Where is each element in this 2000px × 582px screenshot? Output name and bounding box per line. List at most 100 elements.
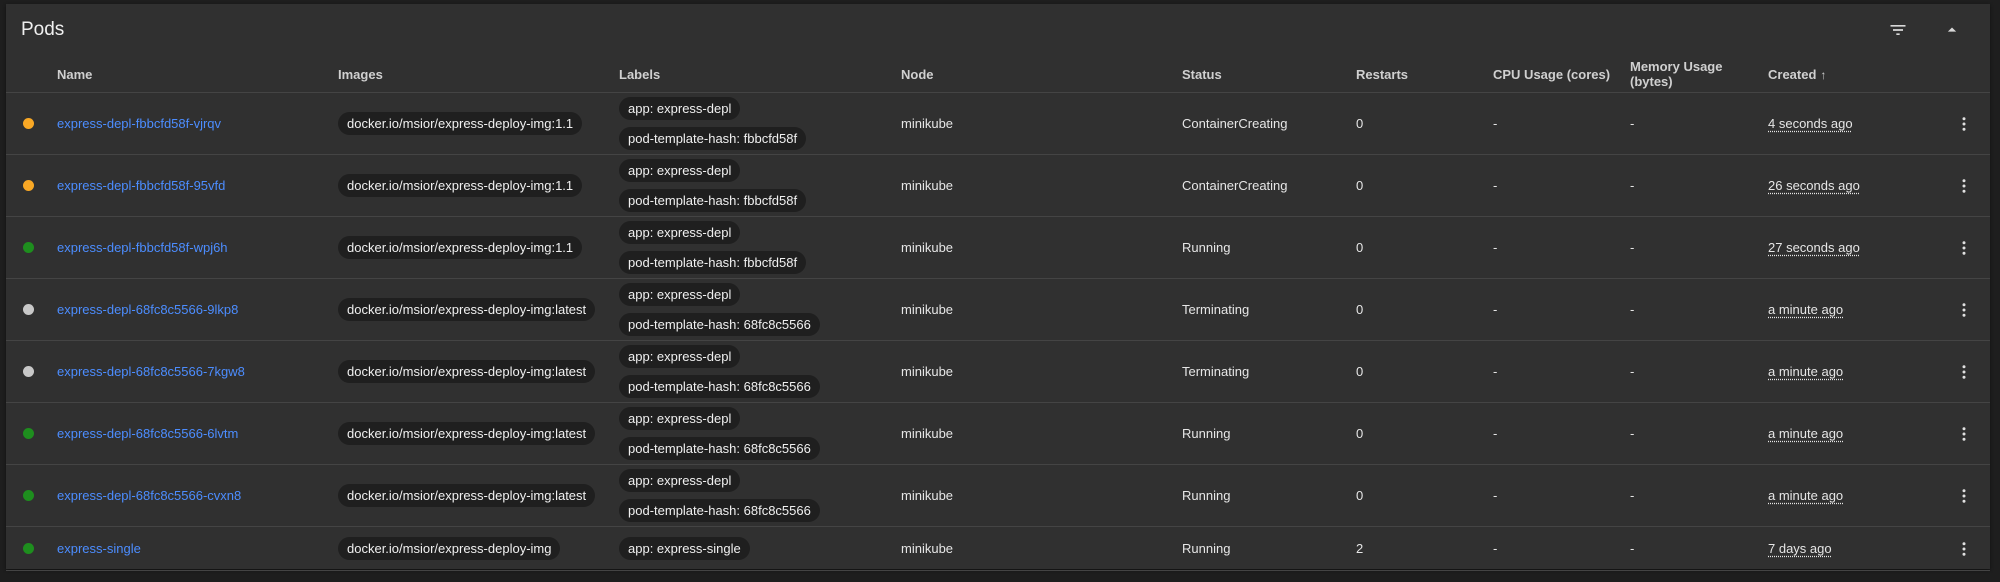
label-chip: app: express-single: [619, 537, 750, 560]
pod-name-link[interactable]: express-depl-fbbcfd58f-95vfd: [57, 178, 225, 193]
col-header-labels: Labels: [619, 56, 901, 93]
pod-row[interactable]: express-depl-fbbcfd58f-95vfd docker.io/m…: [6, 154, 1990, 217]
memory-cell: -: [1630, 154, 1768, 217]
pod-row[interactable]: express-depl-68fc8c5566-cvxn8 docker.io/…: [6, 464, 1990, 527]
pod-name-link[interactable]: express-depl-68fc8c5566-9lkp8: [57, 302, 238, 317]
image-chip: docker.io/msior/express-deploy-img:lates…: [338, 484, 596, 507]
images-cell: docker.io/msior/express-deploy-img:1.1: [338, 92, 619, 155]
pod-status-indicator: [23, 543, 34, 554]
memory-cell: -: [1630, 92, 1768, 155]
status-cell: Running: [1182, 464, 1356, 527]
pod-name-link[interactable]: express-depl-fbbcfd58f-wpj6h: [57, 240, 228, 255]
restarts-cell: 0: [1356, 216, 1493, 279]
created-time[interactable]: a minute ago: [1768, 488, 1843, 503]
pods-panel: Pods Name Images Labels Node Status Rest…: [6, 4, 1990, 571]
memory-cell: -: [1630, 402, 1768, 465]
actions-cell: [1948, 464, 1990, 527]
created-time[interactable]: 26 seconds ago: [1768, 178, 1860, 193]
status-cell: ContainerCreating: [1182, 154, 1356, 217]
actions-cell: [1948, 154, 1990, 217]
memory-cell: -: [1630, 278, 1768, 341]
pod-status-indicator: [23, 304, 34, 315]
labels-cell: app: express-depl pod-template-hash: 68fc…: [619, 464, 901, 527]
node-cell: minikube: [901, 526, 1182, 571]
more-vert-icon[interactable]: [1952, 360, 1976, 384]
pod-status-indicator: [23, 366, 34, 377]
status-cell: Terminating: [1182, 278, 1356, 341]
col-header-name[interactable]: Name: [57, 56, 338, 93]
label-chip: app: express-depl: [619, 283, 741, 306]
images-cell: docker.io/msior/express-deploy-img:1.1: [338, 154, 619, 217]
more-vert-icon[interactable]: [1952, 422, 1976, 446]
filter-icon[interactable]: [1886, 18, 1910, 42]
images-cell: docker.io/msior/express-deploy-img:1.1: [338, 216, 619, 279]
status-dot-cell: [6, 464, 57, 527]
status-cell: Running: [1182, 402, 1356, 465]
pod-name-link[interactable]: express-depl-68fc8c5566-7kgw8: [57, 364, 245, 379]
image-chip: docker.io/msior/express-deploy-img:lates…: [338, 422, 596, 445]
created-cell: 7 days ago: [1768, 526, 1948, 571]
created-time[interactable]: a minute ago: [1768, 426, 1843, 441]
chevron-up-icon[interactable]: [1940, 18, 1964, 42]
more-vert-icon[interactable]: [1952, 298, 1976, 322]
restarts-cell: 0: [1356, 464, 1493, 527]
status-cell: Running: [1182, 216, 1356, 279]
created-time[interactable]: a minute ago: [1768, 364, 1843, 379]
more-vert-icon[interactable]: [1952, 537, 1976, 561]
name-cell: express-depl-68fc8c5566-7kgw8: [57, 340, 338, 403]
restarts-cell: 0: [1356, 402, 1493, 465]
actions-cell: [1948, 340, 1990, 403]
created-time[interactable]: 7 days ago: [1768, 541, 1832, 556]
status-dot-cell: [6, 216, 57, 279]
label-chip: app: express-depl: [619, 221, 741, 244]
cpu-cell: -: [1493, 464, 1630, 527]
pod-row[interactable]: express-depl-68fc8c5566-9lkp8 docker.io/…: [6, 278, 1990, 341]
image-chip: docker.io/msior/express-deploy-img: [338, 537, 561, 560]
cpu-cell: -: [1493, 278, 1630, 341]
images-cell: docker.io/msior/express-deploy-img:lates…: [338, 278, 619, 341]
pod-name-link[interactable]: express-depl-68fc8c5566-6lvtm: [57, 426, 238, 441]
status-cell: ContainerCreating: [1182, 92, 1356, 155]
cpu-cell: -: [1493, 526, 1630, 571]
created-time[interactable]: 27 seconds ago: [1768, 240, 1860, 255]
restarts-cell: 0: [1356, 340, 1493, 403]
name-cell: express-depl-fbbcfd58f-vjrqv: [57, 92, 338, 155]
cpu-cell: -: [1493, 340, 1630, 403]
label-chip: pod-template-hash: fbbcfd58f: [619, 251, 807, 274]
pod-row[interactable]: express-depl-fbbcfd58f-vjrqv docker.io/m…: [6, 92, 1990, 155]
pod-name-link[interactable]: express-depl-68fc8c5566-cvxn8: [57, 488, 241, 503]
col-header-node[interactable]: Node: [901, 56, 1182, 93]
restarts-cell: 2: [1356, 526, 1493, 571]
node-cell: minikube: [901, 402, 1182, 465]
pod-status-indicator: [23, 180, 34, 191]
pod-name-link[interactable]: express-single: [57, 541, 141, 556]
created-time[interactable]: a minute ago: [1768, 302, 1843, 317]
more-vert-icon[interactable]: [1952, 484, 1976, 508]
restarts-cell: 0: [1356, 278, 1493, 341]
memory-cell: -: [1630, 464, 1768, 527]
created-cell: a minute ago: [1768, 464, 1948, 527]
restarts-cell: 0: [1356, 154, 1493, 217]
more-vert-icon[interactable]: [1952, 174, 1976, 198]
pod-row[interactable]: express-single docker.io/msior/express-d…: [6, 526, 1990, 571]
pod-row[interactable]: express-depl-fbbcfd58f-wpj6h docker.io/m…: [6, 216, 1990, 279]
created-time[interactable]: 4 seconds ago: [1768, 116, 1853, 131]
pod-name-link[interactable]: express-depl-fbbcfd58f-vjrqv: [57, 116, 221, 131]
label-chip: pod-template-hash: fbbcfd58f: [619, 127, 807, 150]
col-header-created[interactable]: Created ↑: [1768, 56, 1948, 93]
labels-cell: app: express-depl pod-template-hash: 68fc…: [619, 402, 901, 465]
pod-row[interactable]: express-depl-68fc8c5566-7kgw8 docker.io/…: [6, 340, 1990, 403]
created-cell: 4 seconds ago: [1768, 92, 1948, 155]
pod-row[interactable]: express-depl-68fc8c5566-6lvtm docker.io/…: [6, 402, 1990, 465]
label-chip: pod-template-hash: 68fc8c5566: [619, 375, 820, 398]
labels-cell: app: express-depl pod-template-hash: 68fc…: [619, 340, 901, 403]
more-vert-icon[interactable]: [1952, 112, 1976, 136]
label-chip: app: express-depl: [619, 407, 741, 430]
status-dot-header: [6, 56, 57, 93]
arrow-up-icon: ↑: [1820, 67, 1827, 82]
memory-cell: -: [1630, 526, 1768, 571]
more-vert-icon[interactable]: [1952, 236, 1976, 260]
images-cell: docker.io/msior/express-deploy-img: [338, 526, 619, 571]
name-cell: express-single: [57, 526, 338, 571]
name-cell: express-depl-fbbcfd58f-wpj6h: [57, 216, 338, 279]
